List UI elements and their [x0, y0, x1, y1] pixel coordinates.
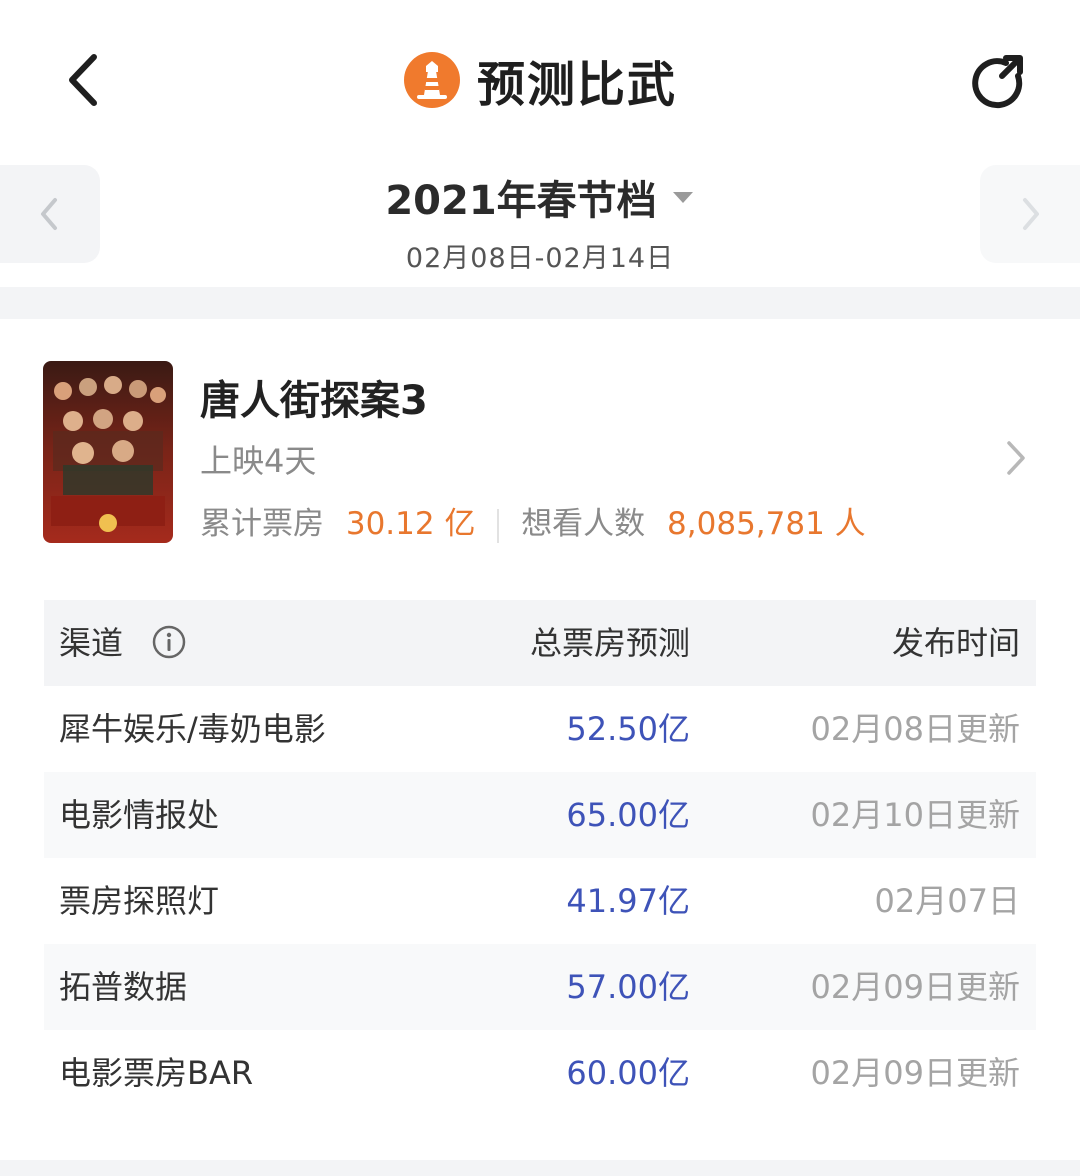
publish-time: 02月08日更新 — [810, 710, 1020, 748]
period-title: 2021年春节档 — [385, 178, 657, 224]
want-to-see-value: 8,085,781 人 — [667, 506, 866, 542]
table-row[interactable]: 电影情报处 65.00亿 02月10日更新 — [44, 772, 1036, 858]
table-row[interactable]: 电影票房BAR 60.00亿 02月09日更新 — [44, 1030, 1036, 1116]
movie-stats: 累计票房 30.12 亿 想看人数 8,085,781 人 — [200, 498, 866, 543]
box-office-label: 累计票房 — [200, 506, 324, 542]
publish-time: 02月09日更新 — [810, 968, 1020, 1006]
movie-title: 唐人街探案3 — [200, 378, 428, 424]
chevron-right-icon — [1023, 198, 1039, 230]
header-forecast: 总票房预测 — [529, 624, 690, 662]
forecast-value: 52.50亿 — [566, 710, 690, 748]
channel-name: 拓普数据 — [59, 968, 188, 1006]
table-row[interactable]: 犀牛娱乐/毒奶电影 52.50亿 02月08日更新 — [44, 686, 1036, 772]
forecast-table: 渠道 总票房预测 发布时间 犀牛娱乐/毒奶电影 52.50亿 02月08日更新 … — [44, 600, 1036, 1116]
table-row[interactable]: 票房探照灯 41.97亿 02月07日 — [44, 858, 1036, 944]
forecast-value: 60.00亿 — [566, 1054, 690, 1092]
movie-card[interactable]: 唐人街探案3 上映4天 累计票房 30.12 亿 想看人数 8,085,781 … — [0, 320, 1080, 570]
next-period-button[interactable] — [980, 165, 1080, 263]
channel-name: 电影票房BAR — [59, 1054, 254, 1092]
forecast-value: 41.97亿 — [566, 882, 690, 920]
channel-name: 犀牛娱乐/毒奶电影 — [59, 710, 326, 748]
page-title-group: 预测比武 — [0, 40, 1080, 120]
info-icon[interactable] — [151, 624, 187, 660]
period-date-range: 02月08日-02月14日 — [405, 243, 675, 274]
period-dropdown[interactable]: 2021年春节档 — [240, 168, 840, 226]
publish-time: 02月07日 — [874, 882, 1020, 920]
publish-time: 02月09日更新 — [810, 1054, 1020, 1092]
movie-detail-arrow — [1000, 438, 1030, 478]
publish-time: 02月10日更新 — [810, 796, 1020, 834]
refresh-button[interactable] — [966, 50, 1032, 116]
release-days: 上映4天 — [200, 442, 317, 480]
table-row[interactable]: 拓普数据 57.00亿 02月09日更新 — [44, 944, 1036, 1030]
chevron-right-icon — [1007, 441, 1025, 475]
channel-name: 票房探照灯 — [59, 882, 220, 920]
caret-down-icon — [672, 192, 693, 203]
stats-divider — [497, 508, 500, 543]
header-channel: 渠道 — [59, 600, 187, 686]
forecast-value: 65.00亿 — [566, 796, 690, 834]
box-office-value: 30.12 亿 — [345, 506, 476, 542]
forecast-value: 57.00亿 — [566, 968, 690, 1006]
lighthouse-icon — [403, 52, 460, 108]
channel-name: 电影情报处 — [59, 796, 220, 834]
table-header: 渠道 总票房预测 发布时间 — [44, 600, 1036, 686]
section-divider — [0, 287, 1080, 319]
header-channel-label: 渠道 — [59, 624, 124, 662]
bottom-divider — [0, 1160, 1080, 1176]
want-to-see-label: 想看人数 — [521, 506, 646, 542]
top-bar: 预测比武 — [0, 0, 1080, 160]
page-title: 预测比武 — [476, 57, 677, 113]
header-publish-time: 发布时间 — [891, 624, 1020, 662]
previous-period-button[interactable] — [0, 165, 100, 263]
movie-poster — [43, 361, 173, 543]
period-selector: 2021年春节档 02月08日-02月14日 — [240, 168, 840, 274]
refresh-icon — [972, 55, 1023, 109]
chevron-left-icon — [41, 198, 57, 230]
